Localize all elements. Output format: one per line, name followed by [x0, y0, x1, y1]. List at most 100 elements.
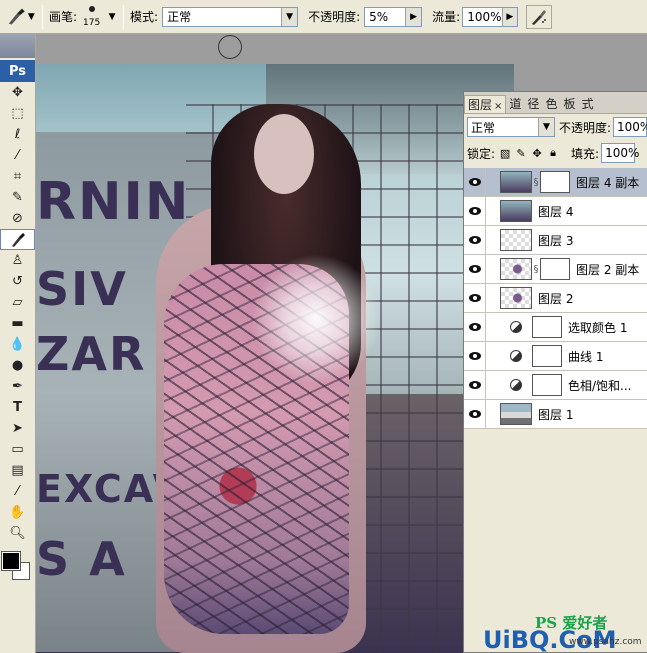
blur-tool-icon[interactable]: 💧 — [0, 334, 35, 355]
mask-link-icon[interactable]: § — [532, 264, 540, 275]
slice-tool-icon[interactable]: ✎ — [0, 187, 35, 208]
fill-input[interactable]: 100% — [601, 143, 639, 163]
link-slot — [486, 371, 500, 400]
layer-mask-thumbnail[interactable] — [532, 374, 562, 396]
flow-value: 100% — [467, 9, 502, 24]
layer-name: 图层 4 — [538, 204, 574, 219]
layer-thumbnail — [500, 200, 532, 222]
chevron-down-icon[interactable]: ▼ — [281, 7, 298, 26]
layer-row[interactable]: 图层 4 — [464, 196, 647, 226]
layer-row[interactable]: 色相/饱和... — [464, 370, 647, 400]
brush-tool-icon[interactable] — [0, 229, 35, 250]
document-canvas[interactable]: RNIN SIV ZAR EXCAVA S A — [36, 64, 514, 653]
link-slot — [486, 284, 500, 313]
tab-channels[interactable]: 道 — [506, 95, 524, 113]
foreground-color-swatch[interactable] — [1, 551, 21, 571]
visibility-eye-icon[interactable] — [464, 283, 486, 313]
layer-row[interactable]: 选取颜色 1 — [464, 312, 647, 342]
tab-swatches[interactable]: 板 — [560, 95, 578, 113]
separator — [42, 4, 43, 29]
site-watermark: PS 爱好者 UiBQ.CoM www.psahz.com — [483, 612, 647, 653]
clone-stamp-tool-icon[interactable]: ♙ — [0, 250, 35, 271]
layer-row[interactable]: 曲线 1 — [464, 341, 647, 371]
layer-row[interactable]: 图层 3 — [464, 225, 647, 255]
visibility-eye-icon[interactable] — [464, 341, 486, 371]
mode-select[interactable]: 正常 ▼ — [162, 6, 299, 27]
sign-text-line: ZAR — [36, 327, 147, 381]
play-arrow-icon[interactable]: ▶ — [501, 7, 518, 26]
lock-transparency-icon[interactable]: ▧ — [499, 147, 511, 160]
brush-cursor-icon — [218, 35, 242, 59]
opacity-value: 5% — [369, 9, 389, 24]
layer-row[interactable]: 图层 1 — [464, 399, 647, 429]
magic-wand-tool-icon[interactable]: ⁄ — [0, 145, 35, 166]
layer-opacity-input[interactable]: 100% — [613, 117, 647, 137]
layer-row[interactable]: § 图层 4 副本 — [464, 167, 647, 197]
visibility-eye-icon[interactable] — [464, 225, 486, 255]
history-brush-tool-icon[interactable]: ↺ — [0, 271, 35, 292]
link-slot — [486, 313, 500, 342]
crop-tool-icon[interactable]: ⌗ — [0, 166, 35, 187]
type-tool-icon[interactable]: T — [0, 397, 35, 418]
layer-mask-thumbnail[interactable] — [532, 345, 562, 367]
mask-link-icon[interactable]: § — [532, 177, 540, 188]
hand-tool-icon[interactable]: ✋ — [0, 502, 35, 523]
visibility-eye-icon[interactable] — [464, 399, 486, 429]
flow-input[interactable]: 100% ▶ — [462, 6, 519, 27]
layer-row[interactable]: § 图层 2 副本 — [464, 254, 647, 284]
play-arrow-icon[interactable]: ▶ — [405, 7, 422, 26]
lock-position-icon[interactable]: ✥ — [531, 147, 543, 160]
blend-mode-value: 正常 — [471, 120, 496, 135]
visibility-eye-icon[interactable] — [464, 312, 486, 342]
brush-tool-icon[interactable]: ▼ — [6, 3, 36, 31]
opacity-input[interactable]: 5% ▶ — [364, 6, 423, 27]
lock-all-icon[interactable]: 🔒︎ — [547, 146, 559, 159]
lasso-tool-icon[interactable]: ℓ — [0, 124, 35, 145]
path-selection-tool-icon[interactable]: ➤ — [0, 418, 35, 439]
mode-value: 正常 — [167, 10, 192, 24]
brush-preset-picker[interactable]: 175 — [79, 2, 107, 32]
airbrush-icon — [532, 9, 547, 25]
layer-opacity-value: 100% — [617, 120, 647, 134]
notes-tool-icon[interactable]: ▤ — [0, 460, 35, 481]
blend-opacity-row: 正常 ▼ 不透明度: 100% — [464, 114, 647, 140]
close-icon[interactable]: × — [494, 101, 502, 112]
tab-paths[interactable]: 径 — [524, 95, 542, 113]
eraser-tool-icon[interactable]: ▱ — [0, 292, 35, 313]
layer-thumbnail — [500, 403, 532, 425]
dodge-tool-icon[interactable]: ● — [0, 355, 35, 376]
layer-name: 色相/饱和... — [568, 378, 632, 393]
visibility-eye-icon[interactable] — [464, 254, 486, 284]
tab-layers[interactable]: 图层 × — [464, 95, 507, 113]
blend-mode-select[interactable]: 正常 ▼ — [467, 117, 555, 137]
layer-mask-thumbnail[interactable] — [540, 171, 570, 193]
tab-color[interactable]: 色 — [542, 95, 560, 113]
visibility-eye-icon[interactable] — [464, 167, 486, 197]
gradient-tool-icon[interactable]: ▬ — [0, 313, 35, 334]
layer-name: 选取颜色 1 — [568, 320, 628, 335]
photoshop-logo[interactable]: Ps — [0, 60, 35, 82]
marquee-tool-icon[interactable]: ⬚ — [0, 103, 35, 124]
visibility-eye-icon[interactable] — [464, 196, 486, 226]
fill-value: 100% — [605, 146, 640, 160]
airbrush-toggle-button[interactable] — [526, 4, 553, 29]
chevron-down-icon[interactable]: ▼ — [107, 12, 117, 22]
layer-mask-thumbnail[interactable] — [540, 258, 570, 280]
lock-pixels-icon[interactable]: ✎ — [515, 147, 527, 160]
link-slot — [486, 400, 500, 429]
separator — [123, 4, 125, 29]
visibility-eye-icon[interactable] — [464, 370, 486, 400]
adjustment-layer-icon — [500, 379, 532, 391]
zoom-tool-icon[interactable]: 🔍︎ — [0, 523, 35, 544]
panel-grip[interactable] — [0, 34, 35, 58]
layer-row[interactable]: 图层 2 — [464, 283, 647, 313]
tab-styles[interactable]: 式 — [578, 95, 596, 113]
watermark-url: www.psahz.com — [569, 637, 642, 647]
layer-mask-thumbnail[interactable] — [532, 316, 562, 338]
chevron-down-icon[interactable]: ▼ — [537, 118, 554, 136]
pen-tool-icon[interactable]: ✒ — [0, 376, 35, 397]
move-tool-icon[interactable]: ✥ — [0, 82, 35, 103]
eyedropper-tool-icon[interactable]: ⁄ — [0, 481, 35, 502]
shape-tool-icon[interactable]: ▭ — [0, 439, 35, 460]
healing-brush-tool-icon[interactable]: ⊘ — [0, 208, 35, 229]
